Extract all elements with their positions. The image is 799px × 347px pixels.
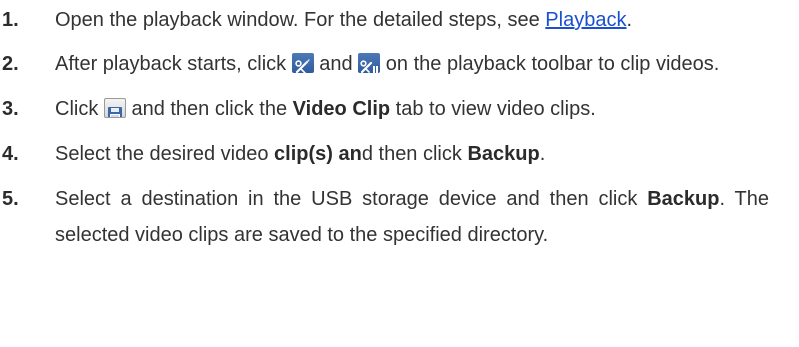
clip-end-icon bbox=[358, 53, 381, 73]
step-number: 4. bbox=[2, 143, 19, 165]
step-text-part: Select a destination in the USB storage … bbox=[55, 188, 648, 210]
step-text: Click and then click the Video Clip tab … bbox=[55, 91, 799, 127]
step-number: 5. bbox=[2, 188, 19, 210]
step-text-part: on the playback toolbar to clip videos. bbox=[380, 53, 720, 75]
step-text-part: and then click the bbox=[125, 98, 293, 120]
step-text-part: and bbox=[313, 53, 359, 75]
step-text-part: Open the playback window. For the detail… bbox=[55, 9, 546, 31]
step-5: 5. Select a destination in the USB stora… bbox=[0, 181, 799, 253]
playback-link[interactable]: Playback bbox=[545, 9, 626, 31]
step-3: 3. Click and then click the Video Clip t… bbox=[0, 91, 799, 127]
step-text-part: tab to view video clips. bbox=[390, 98, 596, 120]
step-text-part: After playback starts, click bbox=[55, 53, 292, 75]
step-text: Open the playback window. For the detail… bbox=[55, 2, 799, 38]
video-clip-tab-label: Video Clip bbox=[292, 98, 391, 120]
step-number: 3. bbox=[2, 98, 19, 120]
step-text: After playback starts, click and on the … bbox=[55, 46, 799, 82]
clip-start-icon bbox=[291, 53, 314, 73]
step-text-part: Click bbox=[55, 98, 104, 120]
step-4: 4. Select the desired video clip(s) and … bbox=[0, 136, 799, 172]
clips-bold-text: clip(s) an bbox=[274, 143, 362, 165]
step-text-part: . bbox=[539, 143, 546, 165]
backup-button-label: Backup bbox=[467, 143, 540, 165]
step-number: 2. bbox=[2, 53, 19, 75]
step-text-part: . bbox=[626, 9, 633, 31]
step-text: Select the desired video clip(s) and the… bbox=[55, 136, 799, 172]
backup-button-label: Backup bbox=[647, 188, 720, 210]
instruction-document: 1. Open the playback window. For the det… bbox=[0, 0, 799, 347]
save-icon bbox=[103, 98, 126, 118]
step-text: Select a destination in the USB storage … bbox=[55, 181, 799, 253]
step-text-part: Select the desired video bbox=[55, 143, 275, 165]
step-number: 1. bbox=[2, 9, 19, 31]
step-text-part: d then click bbox=[361, 143, 468, 165]
step-2: 2. After playback starts, click and on t… bbox=[0, 46, 799, 82]
step-1: 1. Open the playback window. For the det… bbox=[0, 2, 799, 38]
